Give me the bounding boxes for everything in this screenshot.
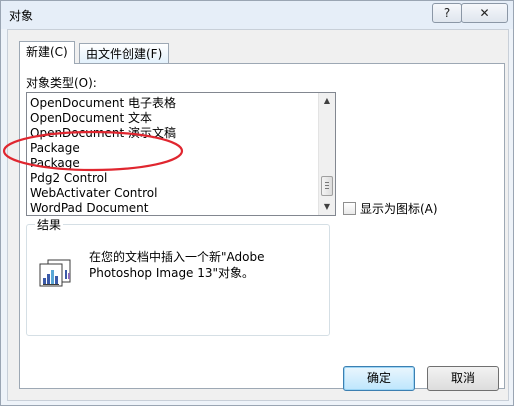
cancel-button[interactable]: 取消 bbox=[427, 366, 499, 391]
object-type-list[interactable]: OpenDocument 电子表格 OpenDocument 文本 OpenDo… bbox=[26, 92, 336, 216]
list-item[interactable]: OpenDocument 电子表格 bbox=[30, 96, 176, 111]
result-group: 结果 在您的文档中插入一个新"Adobe Photoshop Image 13"… bbox=[26, 216, 330, 336]
display-as-icon-label: 显示为图标(A) bbox=[360, 202, 438, 216]
grip-line bbox=[325, 188, 329, 189]
dialog-title: 对象 bbox=[9, 9, 34, 23]
scroll-down-icon[interactable]: ▼ bbox=[319, 199, 335, 215]
display-as-icon-checkbox[interactable] bbox=[343, 202, 356, 215]
ok-button[interactable]: 确定 bbox=[343, 366, 415, 391]
object-type-label: 对象类型(O): bbox=[26, 76, 97, 90]
help-button[interactable]: ? bbox=[432, 3, 462, 23]
list-item[interactable]: Package bbox=[30, 156, 80, 171]
tab-panel: 对象类型(O): OpenDocument 电子表格 OpenDocument … bbox=[19, 63, 505, 389]
scroll-thumb[interactable] bbox=[321, 176, 333, 196]
tab-create-new[interactable]: 新建(C) bbox=[19, 41, 75, 64]
object-dialog: 对象 ? ✕ 新建(C) 由文件创建(F) 对象类型(O): OpenDocum… bbox=[0, 0, 514, 406]
object-embed-icon bbox=[39, 259, 71, 287]
list-item[interactable]: WebActivater Control bbox=[30, 186, 157, 201]
scroll-up-icon[interactable]: ▲ bbox=[319, 93, 335, 109]
list-scrollbar[interactable]: ▲ ▼ bbox=[318, 93, 335, 215]
result-title: 结果 bbox=[35, 216, 64, 233]
tab-create-from-file[interactable]: 由文件创建(F) bbox=[79, 43, 170, 64]
list-item[interactable]: WordPad Document bbox=[30, 201, 149, 215]
grip-line bbox=[325, 185, 329, 186]
title-bar[interactable]: 对象 ? ✕ bbox=[1, 1, 513, 29]
result-description: 在您的文档中插入一个新"Adobe Photoshop Image 13"对象。 bbox=[89, 250, 265, 280]
list-item[interactable]: OpenDocument 文本 bbox=[30, 111, 152, 126]
list-item[interactable]: Pdg2 Control bbox=[30, 171, 107, 186]
list-item[interactable]: Package bbox=[30, 141, 80, 156]
dialog-client: 新建(C) 由文件创建(F) 对象类型(O): OpenDocument 电子表… bbox=[7, 29, 509, 401]
close-button[interactable]: ✕ bbox=[461, 3, 508, 23]
list-item[interactable]: OpenDocument 演示文稿 bbox=[30, 126, 176, 141]
grip-line bbox=[325, 182, 329, 183]
